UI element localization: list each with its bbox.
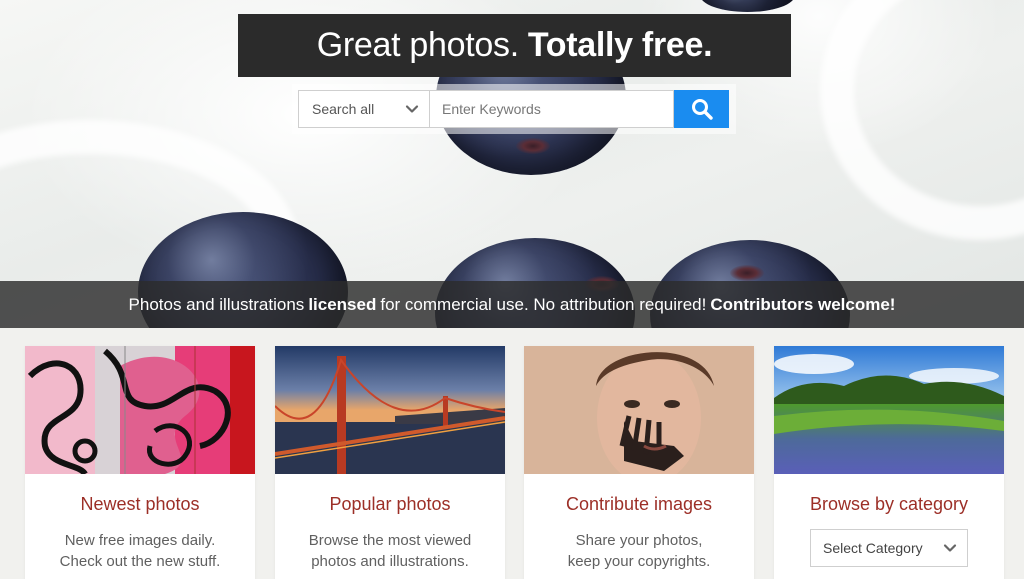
search-icon (691, 99, 713, 120)
card-title[interactable]: Contribute images (524, 494, 754, 515)
search-input[interactable] (430, 90, 674, 128)
card-description-line: keep your copyrights. (567, 553, 711, 570)
card-title[interactable]: Browse by category (774, 494, 1004, 515)
card-description-line: Share your photos, (575, 532, 703, 549)
contribute-images-thumbnail[interactable] (524, 346, 754, 474)
blueberry-image (700, 0, 795, 12)
browse-category-thumbnail[interactable] (774, 346, 1004, 474)
hero-title: Great photos. Totally free. (238, 14, 791, 77)
tagline-contributors-link[interactable]: Contributors welcome! (710, 295, 895, 315)
popular-photos-thumbnail[interactable] (275, 346, 505, 474)
card-popular-photos[interactable]: Popular photos Browse the most viewed ph… (275, 346, 505, 579)
category-select[interactable]: Select Category (810, 529, 968, 567)
chevron-down-icon (943, 544, 957, 552)
graffiti-image (25, 346, 255, 474)
search-button[interactable] (674, 90, 729, 128)
card-description: Browse the most viewed photos and illust… (275, 530, 505, 572)
golden-gate-bridge-image (275, 346, 505, 474)
search-scope-select[interactable]: Search all (298, 90, 430, 128)
card-browse-by-category: Browse by category Select Category (774, 346, 1004, 579)
card-title[interactable]: Newest photos (25, 494, 255, 515)
search-scope-label: Search all (312, 101, 375, 117)
card-description-line: photos and illustrations. (311, 553, 469, 570)
card-title[interactable]: Popular photos (275, 494, 505, 515)
painted-face-image (524, 346, 754, 474)
chevron-down-icon (405, 105, 419, 113)
card-description: New free images daily. Check out the new… (25, 530, 255, 572)
search-bar: Search all (298, 90, 729, 128)
tagline-licensed-link[interactable]: licensed (308, 295, 376, 315)
tagline-bar: Photos and illustrations licensed for co… (0, 281, 1024, 328)
card-description: Share your photos, keep your copyrights. (524, 530, 754, 572)
card-description-line: Browse the most viewed (308, 532, 472, 549)
milk-swirl-decoration (820, 0, 1024, 240)
card-contribute-images[interactable]: Contribute images Share your photos, kee… (524, 346, 754, 579)
hero-title-bold: Totally free. (527, 26, 713, 64)
newest-photos-thumbnail[interactable] (25, 346, 255, 474)
hero-title-light: Great photos. (316, 26, 519, 64)
tagline-text: for commercial use. No attribution requi… (380, 294, 707, 314)
meadow-image (774, 346, 1004, 474)
category-select-label: Select Category (823, 540, 923, 556)
tagline-text: Photos and illustrations (128, 294, 305, 314)
card-newest-photos[interactable]: Newest photos New free images daily. Che… (25, 346, 255, 579)
card-description-line: Check out the new stuff. (59, 553, 221, 570)
card-description-line: New free images daily. (64, 532, 216, 549)
